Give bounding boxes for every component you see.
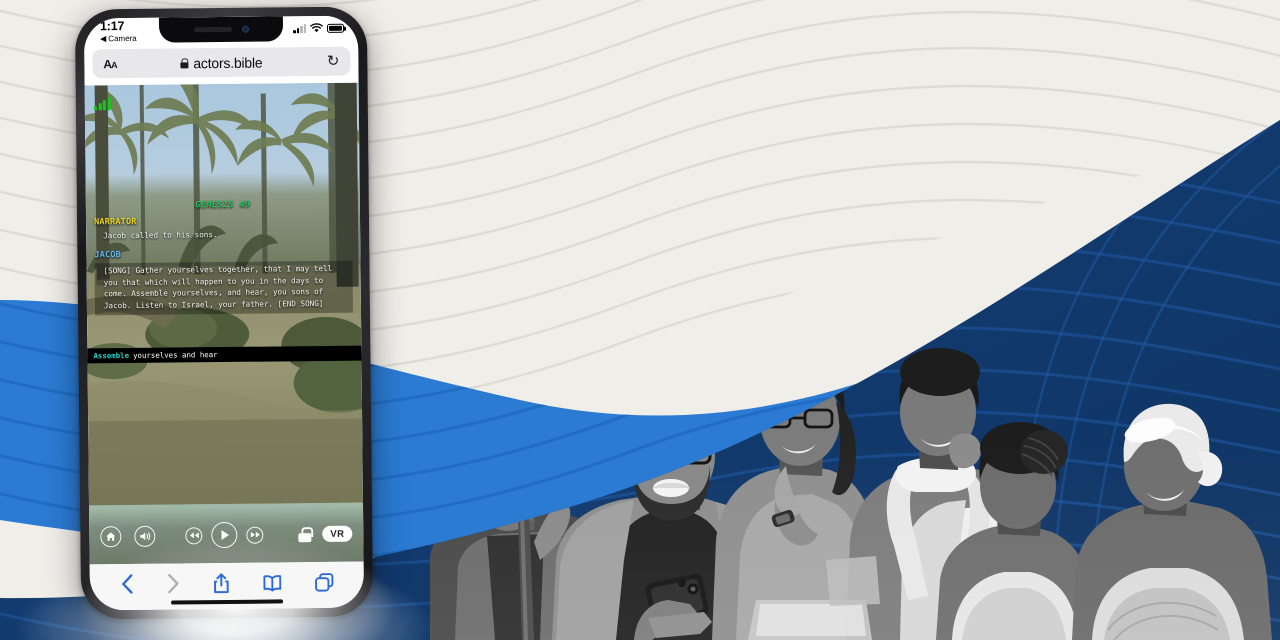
safari-url-bar[interactable]: AA actors.bible ↻ bbox=[92, 46, 351, 79]
speaker-label-jacob: JACOB bbox=[94, 249, 122, 261]
rewind-icon[interactable] bbox=[185, 526, 203, 544]
phone-notch bbox=[158, 16, 284, 43]
script-overlay: GENESIS 49 NARRATOR Jacob called to his … bbox=[86, 199, 361, 316]
status-left: 1:17 ◀ Camera bbox=[99, 19, 137, 43]
url-display: actors.bible bbox=[92, 53, 350, 72]
volume-icon[interactable] bbox=[134, 525, 156, 547]
return-to-camera-link[interactable]: ◀ Camera bbox=[100, 33, 137, 43]
lock-icon bbox=[180, 58, 188, 68]
vr-mode-button[interactable]: VR bbox=[322, 525, 353, 542]
earpiece-speaker bbox=[193, 26, 232, 33]
speaker-label-narrator: NARRATOR bbox=[93, 216, 137, 228]
chevron-right-icon[interactable] bbox=[166, 573, 179, 594]
signal-bars-icon bbox=[93, 97, 111, 111]
book-icon[interactable] bbox=[262, 574, 281, 591]
subtitle-highlight: Assemble bbox=[93, 350, 130, 361]
phone-frame: 1:17 ◀ Camera AA actors.bible ↻ GENESIS … bbox=[74, 6, 374, 620]
fast-forward-icon[interactable] bbox=[246, 526, 264, 544]
play-icon[interactable] bbox=[211, 521, 238, 549]
subtitle-text: yourselves and hear bbox=[133, 350, 218, 360]
wifi-icon bbox=[310, 23, 323, 33]
iphone-mockup: 1:17 ◀ Camera AA actors.bible ↻ GENESIS … bbox=[19, 6, 452, 640]
home-indicator bbox=[171, 599, 284, 605]
chevron-left-icon[interactable] bbox=[120, 574, 133, 594]
video-controls-bar: VR bbox=[89, 505, 364, 565]
vr-video-player[interactable]: GENESIS 49 NARRATOR Jacob called to his … bbox=[84, 82, 364, 565]
phone-screen: 1:17 ◀ Camera AA actors.bible ↻ GENESIS … bbox=[83, 15, 365, 611]
status-right bbox=[293, 18, 345, 34]
lock-icon[interactable] bbox=[298, 527, 311, 542]
jacob-line: [SONG] Gather yourselves together, that … bbox=[94, 260, 354, 316]
safari-url-bar-container: AA actors.bible ↻ bbox=[84, 43, 359, 86]
safari-toolbar bbox=[89, 561, 365, 611]
screenshot-stage: 1:17 ◀ Camera AA actors.bible ↻ GENESIS … bbox=[0, 0, 1280, 640]
subtitle-bar: Assemble yourselves and hear bbox=[87, 345, 362, 364]
cellular-signal-icon bbox=[293, 23, 307, 33]
url-text: actors.bible bbox=[193, 54, 263, 71]
chapter-heading: GENESIS 49 bbox=[195, 199, 251, 211]
battery-icon bbox=[326, 23, 345, 33]
back-caret-icon: ◀ bbox=[100, 33, 107, 43]
status-time: 1:17 bbox=[99, 19, 125, 34]
tabs-icon[interactable] bbox=[314, 572, 333, 592]
return-to-camera-label: Camera bbox=[108, 33, 137, 43]
narrator-line: Jacob called to his sons. bbox=[103, 230, 218, 241]
front-camera bbox=[241, 25, 249, 33]
text-size-button[interactable]: AA bbox=[103, 57, 116, 71]
home-icon[interactable] bbox=[100, 525, 122, 547]
reload-icon[interactable]: ↻ bbox=[327, 53, 340, 70]
share-icon[interactable] bbox=[212, 572, 229, 593]
